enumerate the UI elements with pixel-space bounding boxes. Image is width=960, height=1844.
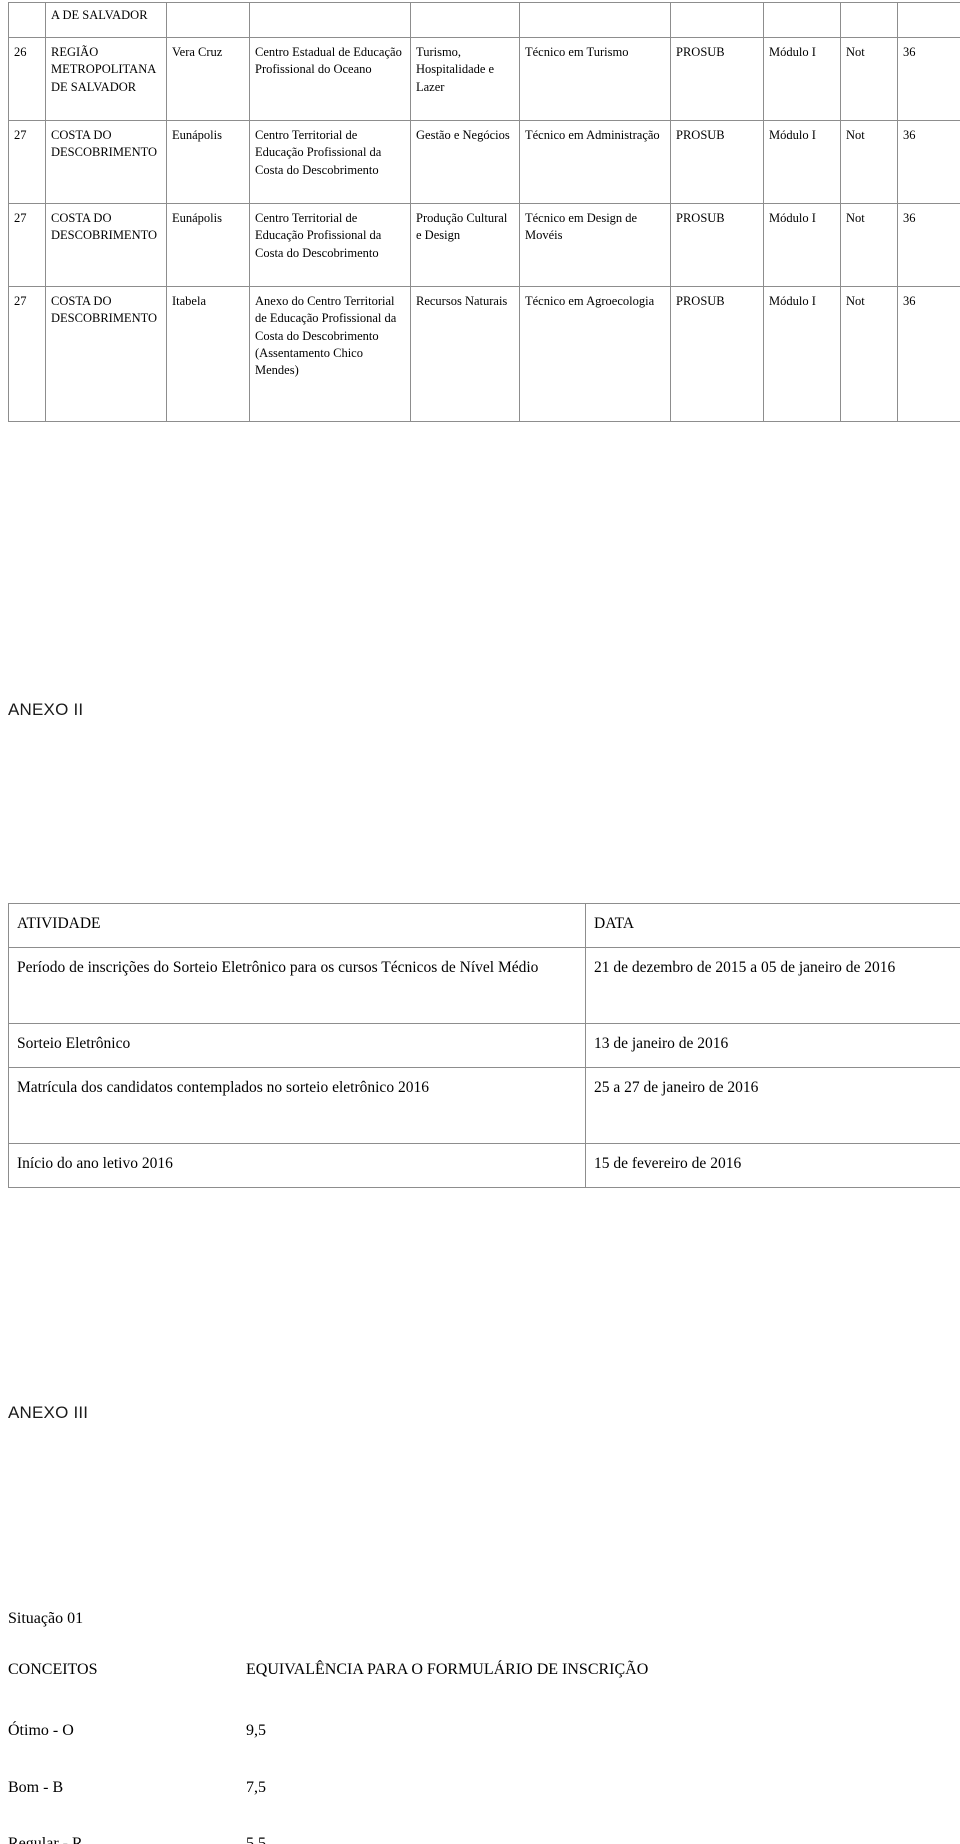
- column-header-data: DATA: [585, 903, 960, 948]
- cell-course: Técnico em Design de Movéis: [519, 203, 671, 287]
- cell-region: REGIÃO METROPOLITANA DE SALVADOR: [45, 37, 167, 121]
- cell-program: [670, 2, 764, 38]
- cell-axis: Produção Cultural e Design: [410, 203, 520, 287]
- cell-axis: Gestão e Negócios: [410, 120, 520, 204]
- cell-activity: Período de inscrições do Sorteio Eletrôn…: [8, 947, 586, 1024]
- cell-city: [166, 2, 250, 38]
- table-row: Matrícula dos candidatos contemplados no…: [8, 1067, 960, 1144]
- cell-axis: Turismo, Hospitalidade e Lazer: [410, 37, 520, 121]
- cell-city: Vera Cruz: [166, 37, 250, 121]
- cell-program: PROSUB: [670, 37, 764, 121]
- cell-unit: Centro Territorial de Educação Profissio…: [249, 120, 411, 204]
- table-row: Sorteio Eletrônico 13 de janeiro de 2016: [8, 1023, 960, 1068]
- cell-unit: Anexo do Centro Territorial de Educação …: [249, 286, 411, 422]
- cell-shift: Not: [840, 203, 898, 287]
- cell-course: Técnico em Turismo: [519, 37, 671, 121]
- cell-value: 7,5: [246, 1778, 266, 1796]
- cell-hours: 36: [897, 120, 960, 204]
- cell-region: COSTA DO DESCOBRIMENTO: [45, 120, 167, 204]
- cell-program: PROSUB: [670, 203, 764, 287]
- cell-module: Módulo I: [763, 37, 841, 121]
- cell-hours: 36: [897, 37, 960, 121]
- cell-activity: Matrícula dos candidatos contemplados no…: [8, 1067, 586, 1144]
- cell-module: [763, 2, 841, 38]
- cell-num: 26: [8, 37, 46, 121]
- cell-unit: [249, 2, 411, 38]
- cell-program: PROSUB: [670, 120, 764, 204]
- cell-concept: Regular - R: [8, 1835, 83, 1844]
- cell-num: 27: [8, 203, 46, 287]
- courses-table: A DE SALVADOR 26 REGIÃO METROPOLITANA DE…: [8, 2, 960, 422]
- cell-region: COSTA DO DESCOBRIMENTO: [45, 286, 167, 422]
- cell-module: Módulo I: [763, 120, 841, 204]
- cell-num: 27: [8, 286, 46, 422]
- column-header-atividade: ATIVIDADE: [8, 903, 586, 948]
- cell-course: [519, 2, 671, 38]
- cell-hours: 36: [897, 286, 960, 422]
- table-row: 27 COSTA DO DESCOBRIMENTO Itabela Anexo …: [8, 286, 960, 422]
- cell-date: 15 de fevereiro de 2016: [585, 1143, 960, 1188]
- cell-region: A DE SALVADOR: [45, 2, 167, 38]
- anexo-ii-heading: ANEXO II: [8, 700, 84, 719]
- cell-module: Módulo I: [763, 203, 841, 287]
- cell-axis: Recursos Naturais: [410, 286, 520, 422]
- table-row: 27 COSTA DO DESCOBRIMENTO Eunápolis Cent…: [8, 203, 960, 287]
- cell-unit: Centro Territorial de Educação Profissio…: [249, 203, 411, 287]
- column-header-conceitos: CONCEITOS: [8, 1661, 98, 1678]
- anexo-iii-heading: ANEXO III: [8, 1403, 89, 1422]
- table-header-row: CONCEITOS EQUIVALÊNCIA PARA O FORMULÁRIO…: [8, 1660, 768, 1721]
- schedule-table: ATIVIDADE DATA Período de inscrições do …: [8, 903, 960, 1188]
- cell-course: Técnico em Agroecologia: [519, 286, 671, 422]
- cell-value: 5,5: [246, 1835, 266, 1844]
- table-row-continued: A DE SALVADOR: [8, 2, 960, 38]
- cell-value: 9,5: [246, 1721, 266, 1739]
- cell-activity: Início do ano letivo 2016: [8, 1143, 586, 1188]
- cell-axis: [410, 2, 520, 38]
- cell-shift: Not: [840, 286, 898, 422]
- cell-num: 27: [8, 120, 46, 204]
- table-row: Período de inscrições do Sorteio Eletrôn…: [8, 947, 960, 1024]
- cell-num: [8, 2, 46, 38]
- cell-shift: Not: [840, 37, 898, 121]
- cell-activity: Sorteio Eletrônico: [8, 1023, 586, 1068]
- cell-hours: 36: [897, 203, 960, 287]
- cell-concept: Bom - B: [8, 1778, 64, 1796]
- cell-city: Itabela: [166, 286, 250, 422]
- document-page: A DE SALVADOR 26 REGIÃO METROPOLITANA DE…: [0, 0, 960, 1844]
- concepts-table: CONCEITOS EQUIVALÊNCIA PARA O FORMULÁRIO…: [8, 1660, 768, 1844]
- table-header-row: ATIVIDADE DATA: [8, 903, 960, 948]
- cell-date: 21 de dezembro de 2015 a 05 de janeiro d…: [585, 947, 960, 1024]
- table-row: 26 REGIÃO METROPOLITANA DE SALVADOR Vera…: [8, 37, 960, 121]
- table-row: Bom - B 7,5: [8, 1778, 768, 1835]
- cell-hours: [897, 2, 960, 38]
- cell-concept: Ótimo - O: [8, 1721, 74, 1739]
- cell-region: COSTA DO DESCOBRIMENTO: [45, 203, 167, 287]
- situacao-title: Situação 01: [8, 1610, 84, 1627]
- table-row: Início do ano letivo 2016 15 de fevereir…: [8, 1143, 960, 1188]
- table-row: Regular - R 5,5: [8, 1834, 768, 1844]
- cell-city: Eunápolis: [166, 120, 250, 204]
- cell-date: 13 de janeiro de 2016: [585, 1023, 960, 1068]
- cell-module: Módulo I: [763, 286, 841, 422]
- table-row: 27 COSTA DO DESCOBRIMENTO Eunápolis Cent…: [8, 120, 960, 204]
- cell-shift: Not: [840, 120, 898, 204]
- cell-shift: [840, 2, 898, 38]
- cell-course: Técnico em Administração: [519, 120, 671, 204]
- cell-date: 25 a 27 de janeiro de 2016: [585, 1067, 960, 1144]
- table-row: Ótimo - O 9,5: [8, 1721, 768, 1778]
- cell-program: PROSUB: [670, 286, 764, 422]
- cell-city: Eunápolis: [166, 203, 250, 287]
- column-header-equivalencia: EQUIVALÊNCIA PARA O FORMULÁRIO DE INSCRI…: [246, 1661, 649, 1678]
- cell-unit: Centro Estadual de Educação Profissional…: [249, 37, 411, 121]
